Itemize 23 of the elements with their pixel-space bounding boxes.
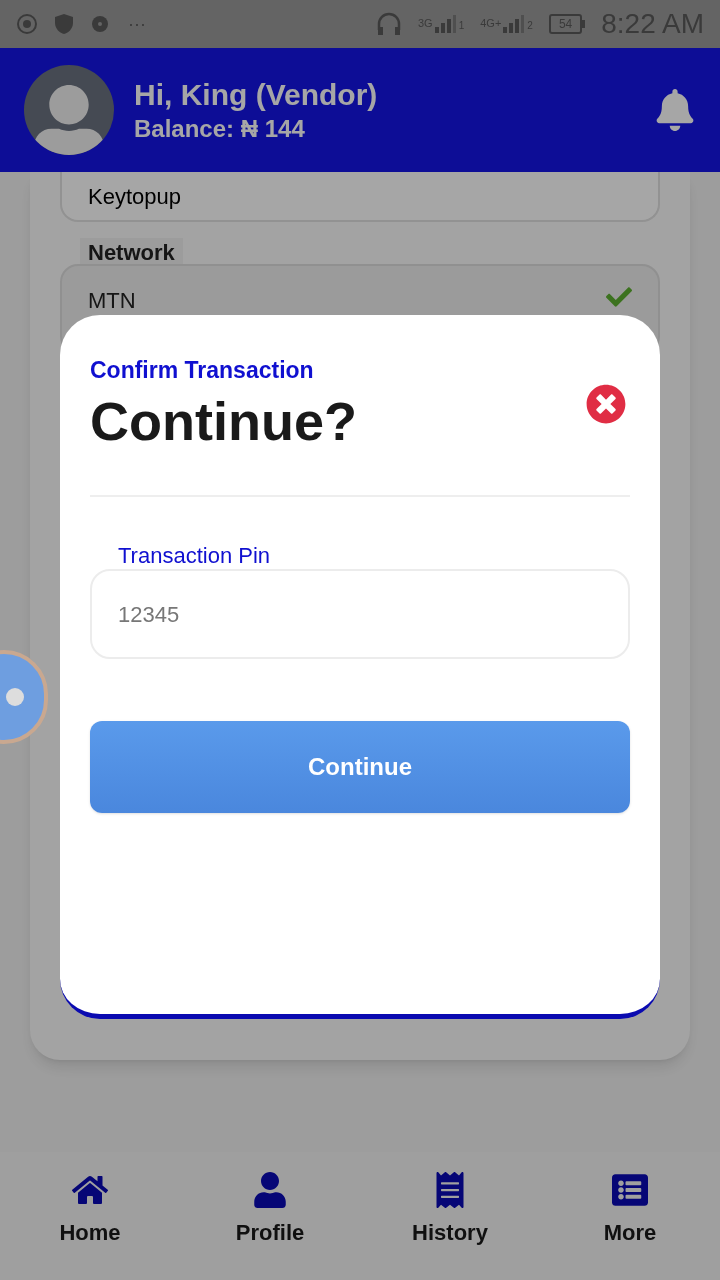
signal-icon [503, 15, 526, 33]
headphones-icon [376, 12, 402, 36]
greeting: Hi, King (Vendor) [134, 77, 378, 114]
dialog-title: Continue? [90, 389, 357, 453]
form-field[interactable]: Keytopup [60, 172, 660, 222]
nav-item[interactable]: History [360, 1172, 540, 1249]
more-notifications: ··· [128, 12, 146, 36]
balance: Balance: ₦ 144 [134, 113, 305, 144]
record-icon [16, 13, 38, 35]
nav-item[interactable]: Home [0, 1172, 180, 1249]
nav-item[interactable]: Profile [180, 1172, 360, 1249]
notification-icon[interactable] [654, 89, 696, 131]
dialog-subtitle: Confirm Transaction [90, 356, 315, 385]
pin-field[interactable]: 12345 [90, 569, 630, 659]
close-icon[interactable] [586, 384, 626, 424]
field-value: 12345 [118, 600, 180, 629]
list-icon [612, 1172, 648, 1208]
nav-item[interactable]: More [540, 1172, 720, 1249]
field-value: MTN [88, 287, 136, 315]
signal-icon [434, 15, 457, 33]
shield-icon [54, 13, 74, 35]
field-value: Keytopup [88, 182, 181, 211]
person-icon [252, 1172, 288, 1208]
